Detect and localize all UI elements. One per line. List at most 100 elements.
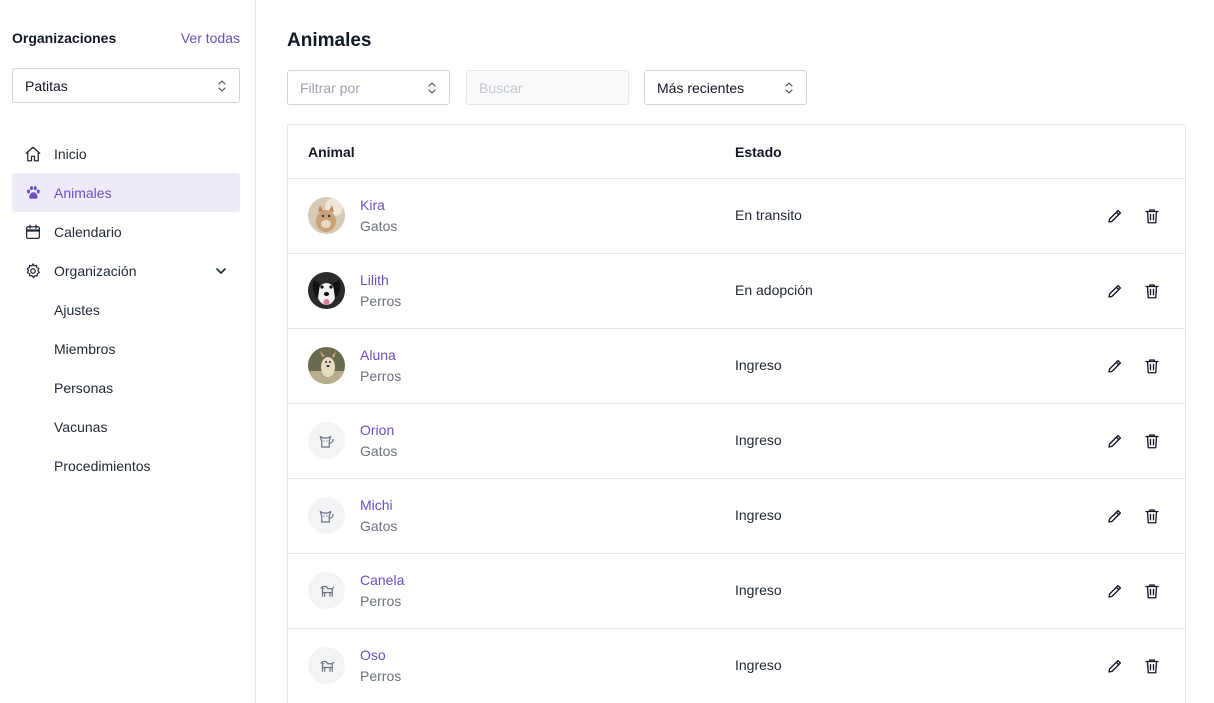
pencil-icon [1108,659,1122,673]
table-header: Animal Estado [288,125,1185,179]
sidebar-item-calendario[interactable]: Calendario [12,212,240,251]
trash-icon [1145,509,1159,524]
chevron-updown-icon [218,79,226,92]
dog-placeholder-icon [319,660,334,672]
page-title: Animales [287,30,372,51]
delete-button[interactable] [1142,431,1162,451]
chevron-updown-icon [428,81,436,94]
animal-species: Perros [360,668,402,684]
animal-name-link[interactable]: Lilith [360,272,389,288]
paw-icon [27,185,40,199]
animal-status: Ingreso [735,357,782,373]
table-row: Canela Perros Ingreso [288,554,1185,629]
sidebar-subitem-vacunas[interactable]: Vacunas [12,407,240,446]
table-row: Lilith Perros En adopción [288,254,1185,329]
table-row: Kira Gatos En transito [288,179,1185,254]
animal-species: Gatos [360,443,398,459]
edit-button[interactable] [1105,581,1125,601]
delete-button[interactable] [1142,356,1162,376]
pencil-icon [1108,509,1122,523]
avatar [308,497,345,534]
edit-button[interactable] [1105,206,1125,226]
trash-icon [1145,659,1159,674]
column-header-animal: Animal [308,144,355,160]
avatar [308,572,345,609]
edit-button[interactable] [1105,281,1125,301]
animal-species: Perros [360,368,402,384]
animal-status: En adopción [735,282,813,298]
organization-select[interactable]: Patitas [12,68,240,103]
delete-button[interactable] [1142,506,1162,526]
animal-status: Ingreso [735,582,782,598]
animal-species: Perros [360,293,402,309]
sidebar-subitem-miembros[interactable]: Miembros [12,329,240,368]
avatar [308,197,345,234]
pencil-icon [1108,434,1122,448]
animal-status: Ingreso [735,657,782,673]
trash-icon [1145,584,1159,599]
search-input[interactable] [466,70,629,105]
edit-button[interactable] [1105,356,1125,376]
trash-icon [1145,284,1159,299]
animal-name-link[interactable]: Oso [360,647,386,663]
sidebar-subitem-personas[interactable]: Personas [12,368,240,407]
sidebar-item-label: Animales [54,184,112,201]
animals-table: Animal Estado Kira Gatos En transito Lil… [287,124,1186,703]
avatar [308,422,345,459]
animal-name-link[interactable]: Orion [360,422,394,438]
sidebar-item-animales[interactable]: Animales [12,173,240,212]
table-row: Aluna Perros Ingreso [288,329,1185,404]
edit-button[interactable] [1105,431,1125,451]
sidebar-subitem-procedimientos[interactable]: Procedimientos [12,446,240,485]
table-row: Oso Perros Ingreso [288,629,1185,703]
pencil-icon [1108,584,1122,598]
chevron-down-icon [216,267,226,274]
sort-select-value: Más recientes [657,79,745,96]
table-row: Michi Gatos Ingreso [288,479,1185,554]
chevron-updown-icon [785,81,793,94]
trash-icon [1145,434,1159,449]
sort-select[interactable]: Más recientes [644,70,807,105]
sidebar-item-organizacion[interactable]: Organización [12,251,240,290]
animal-name-link[interactable]: Kira [360,197,385,213]
sidebar-item-inicio[interactable]: Inicio [12,134,240,173]
pencil-icon [1108,284,1122,298]
dog-photo [308,347,345,384]
filter-select[interactable]: Filtrar por [287,70,450,105]
organizations-title: Organizaciones [12,30,117,46]
sidebar-item-label: Inicio [54,145,87,162]
dog-photo [308,272,345,309]
avatar [308,272,345,309]
trash-icon [1145,359,1159,374]
view-all-organizations-link[interactable]: Ver todas [181,30,240,46]
gear-icon [26,262,40,278]
filter-select-placeholder: Filtrar por [300,79,360,96]
animal-status: Ingreso [735,432,782,448]
sidebar: Organizaciones Ver todas Patitas Inicio … [0,0,256,703]
delete-button[interactable] [1142,206,1162,226]
animal-name-link[interactable]: Michi [360,497,393,513]
avatar [308,647,345,684]
delete-button[interactable] [1142,281,1162,301]
delete-button[interactable] [1142,656,1162,676]
animal-status: Ingreso [735,507,782,523]
sidebar-subitem-ajustes[interactable]: Ajustes [12,290,240,329]
sidebar-nav: Inicio Animales Calendario Organización … [12,134,240,485]
pencil-icon [1108,359,1122,373]
calendar-icon [25,224,41,239]
organization-select-value: Patitas [25,77,68,94]
edit-button[interactable] [1105,506,1125,526]
delete-button[interactable] [1142,581,1162,601]
edit-button[interactable] [1105,656,1125,676]
animal-name-link[interactable]: Aluna [360,347,396,363]
dog-placeholder-icon [319,585,334,597]
home-icon [25,146,41,161]
animal-status: En transito [735,207,802,223]
column-header-estado: Estado [735,144,782,160]
pencil-icon [1108,209,1122,223]
animal-name-link[interactable]: Canela [360,572,404,588]
main-content: Animales Filtrar por Más recientes Anima… [256,0,1214,703]
table-row: Orion Gatos Ingreso [288,404,1185,479]
sidebar-item-label: Organización [54,262,137,279]
trash-icon [1145,209,1159,224]
